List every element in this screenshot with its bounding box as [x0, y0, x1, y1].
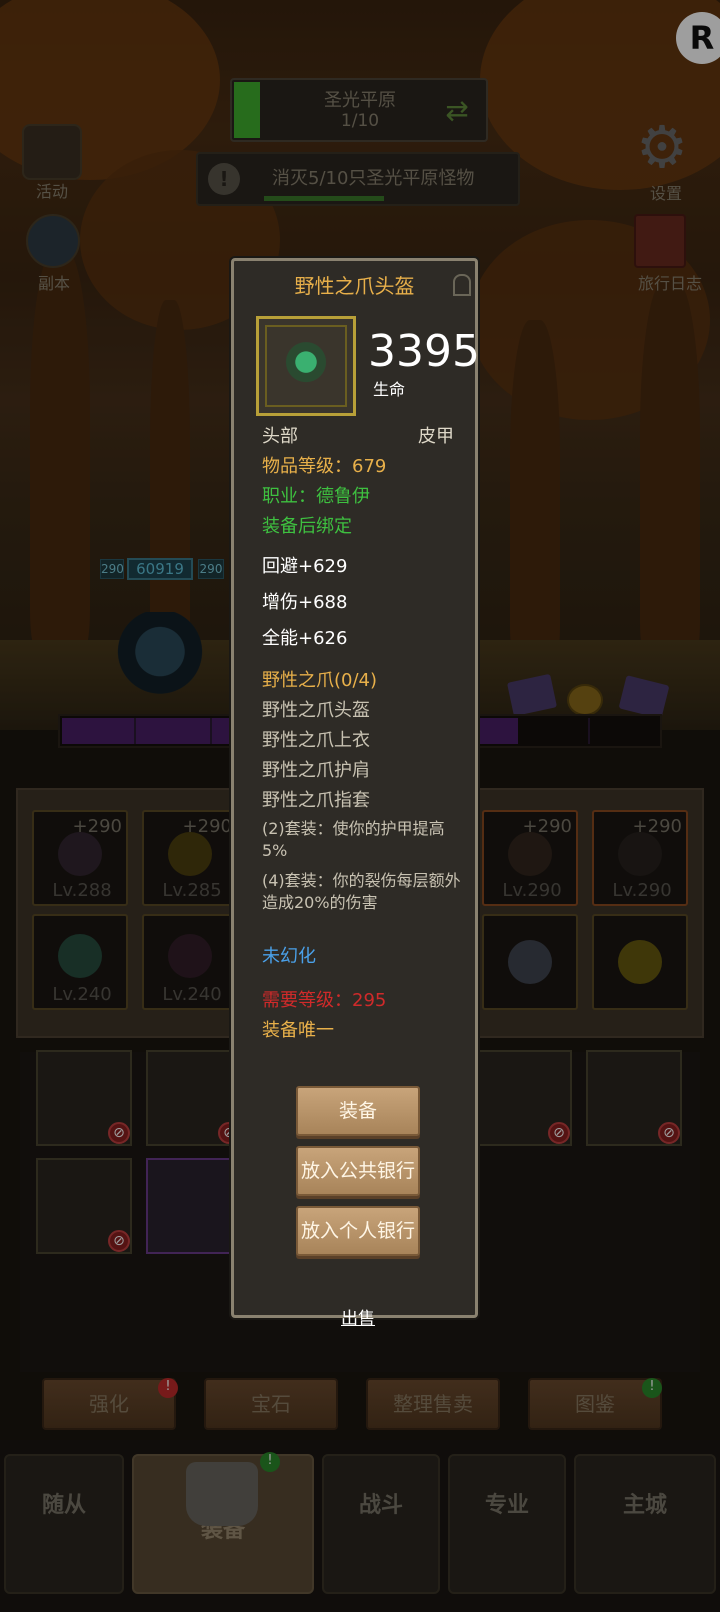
- item-slot: 头部: [262, 426, 298, 447]
- class-requirement: 职业：德鲁伊: [262, 486, 370, 507]
- stat-line: 增伤+688: [262, 592, 348, 613]
- transmog-status: 未幻化: [262, 946, 316, 967]
- equip-button[interactable]: 装备: [296, 1086, 420, 1136]
- set-bonus-2: (2)套装：使你的护甲提高5%: [262, 819, 445, 860]
- stat-line: 全能+626: [262, 628, 348, 649]
- set-item: 野性之爪指套: [262, 790, 370, 811]
- unique-equipped: 装备唯一: [262, 1020, 334, 1041]
- item-icon-frame: [256, 316, 356, 416]
- lock-icon[interactable]: [453, 274, 471, 296]
- public-bank-button[interactable]: 放入公共银行: [296, 1146, 420, 1196]
- required-level: 需要等级：295: [262, 990, 387, 1011]
- sell-link[interactable]: 出售: [296, 1304, 420, 1329]
- set-item: 野性之爪上衣: [262, 730, 370, 751]
- set-item: 野性之爪护肩: [262, 760, 370, 781]
- item-name: 野性之爪头盔: [294, 274, 415, 298]
- set-bonus-4: (4)套装：你的裂伤每层额外造成20%的伤害: [262, 871, 461, 912]
- primary-stat-value: 3395: [368, 326, 480, 377]
- game-screen: 圣光平原 1/10 ⇄ ! 消灭5/10只圣光平原怪物 活动 副本 ⚙ 设置 旅…: [0, 0, 720, 1612]
- item-level-line: 物品等级：679: [262, 456, 387, 477]
- armor-type: 皮甲: [418, 426, 454, 447]
- set-name: 野性之爪(0/4): [262, 670, 378, 691]
- helmet-icon: [265, 325, 347, 407]
- primary-stat-label: 生命: [373, 380, 406, 399]
- stat-line: 回避+629: [262, 556, 348, 577]
- bind-type: 装备后绑定: [262, 516, 352, 537]
- personal-bank-button[interactable]: 放入个人银行: [296, 1206, 420, 1256]
- set-item: 野性之爪头盔: [262, 700, 370, 721]
